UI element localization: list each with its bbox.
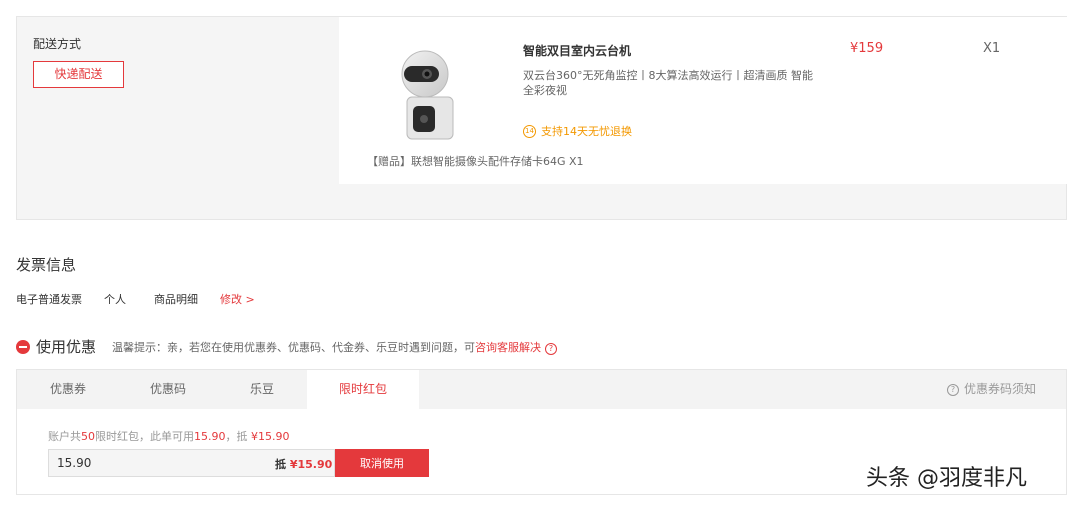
gift-item: 【赠品】联想智能摄像头配件存储卡64G X1 bbox=[367, 155, 584, 168]
customer-service-link[interactable]: 咨询客服解决 bbox=[475, 341, 541, 354]
coupon-heading: 使用优惠 温馨提示：亲，若您在使用优惠券、优惠码、代金券、乐豆时遇到问题，可咨询… bbox=[16, 336, 558, 357]
balance-text-1: 账户共 bbox=[48, 430, 81, 443]
delivery-panel: 配送方式 快递配送 智能双目室内云台机 双云台360°无死角监控丨8大算法高效运… bbox=[16, 16, 1068, 220]
coupon-notice-link[interactable]: ? 优惠券码须知 bbox=[946, 370, 1036, 409]
coupon-tab-bar: 优惠券 优惠码 乐豆 限时红包 ? 优惠券码须知 bbox=[17, 370, 1066, 409]
tab-coupon-code[interactable]: 优惠码 bbox=[119, 370, 217, 409]
deduct-label: 抵 bbox=[275, 458, 286, 471]
invoice-holder: 个人 bbox=[104, 293, 126, 306]
tab-red-packet[interactable]: 限时红包 bbox=[307, 370, 419, 409]
deduct-amount: 抵 ¥15.90 bbox=[275, 456, 332, 472]
balance-text-3: ，抵 bbox=[225, 430, 251, 443]
invoice-details: 电子普通发票 个人 商品明细 修改 > bbox=[16, 291, 277, 307]
return-policy: 14 支持14天无忧退换 bbox=[523, 123, 632, 139]
balance-deduct: ¥15.90 bbox=[251, 430, 290, 443]
red-packet-balance: 账户共50限时红包，此单可用15.90，抵 ¥15.90 bbox=[48, 428, 290, 444]
deduct-value: ¥15.90 bbox=[289, 458, 333, 471]
question-icon: ? bbox=[946, 383, 959, 396]
help-icon[interactable]: ? bbox=[545, 342, 558, 355]
product-card: 智能双目室内云台机 双云台360°无死角监控丨8大算法高效运行丨超清画质 智能全… bbox=[339, 17, 1068, 184]
invoice-content: 商品明细 bbox=[154, 293, 198, 306]
balance-total: 50 bbox=[81, 430, 95, 443]
coupon-title[interactable]: 使用优惠 bbox=[36, 336, 96, 357]
invoice-type: 电子普通发票 bbox=[16, 293, 82, 306]
product-description: 双云台360°无死角监控丨8大算法高效运行丨超清画质 智能全彩夜视 bbox=[523, 69, 813, 97]
camera-product-image[interactable] bbox=[397, 46, 467, 146]
express-delivery-button[interactable]: 快递配送 bbox=[33, 61, 124, 88]
tab-coupon[interactable]: 优惠券 bbox=[17, 370, 119, 409]
product-price: ¥159 bbox=[850, 41, 884, 56]
product-quantity: X1 bbox=[983, 41, 1001, 56]
invoice-title: 发票信息 bbox=[16, 256, 77, 274]
return-policy-text: 支持14天无忧退换 bbox=[541, 125, 632, 138]
watermark: 头条 @羽度非凡 bbox=[866, 466, 1027, 491]
coupon-tip-text: 温馨提示：亲，若您在使用优惠券、优惠码、代金券、乐豆时遇到问题，可 bbox=[112, 340, 476, 354]
invoice-edit-link[interactable]: 修改 > bbox=[220, 291, 255, 307]
cancel-use-button[interactable]: 取消使用 bbox=[335, 449, 429, 477]
collapse-minus-icon[interactable] bbox=[16, 339, 30, 354]
return-14-days-icon: 14 bbox=[523, 124, 536, 138]
delivery-method-label: 配送方式 bbox=[33, 37, 82, 51]
coupon-tip: 温馨提示：亲，若您在使用优惠券、优惠码、代金券、乐豆时遇到问题，可咨询客服解决? bbox=[112, 339, 558, 355]
balance-usable: 15.90 bbox=[194, 430, 226, 443]
coupon-notice-label: 优惠券码须知 bbox=[963, 382, 1036, 396]
balance-text-2: 限时红包，此单可用 bbox=[95, 430, 194, 443]
tab-ledou[interactable]: 乐豆 bbox=[217, 370, 307, 409]
product-title[interactable]: 智能双目室内云台机 bbox=[523, 42, 631, 59]
